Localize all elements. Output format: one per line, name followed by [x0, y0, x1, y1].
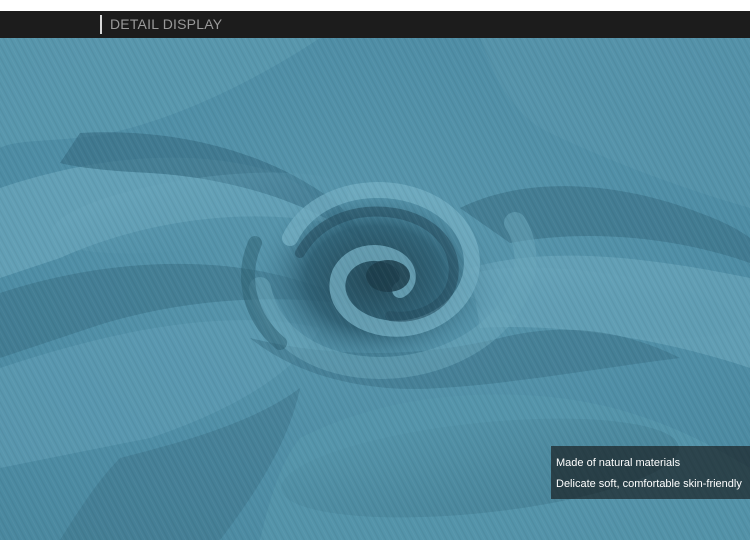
- header-divider: [100, 15, 102, 34]
- header-title: DETAIL DISPLAY: [110, 16, 223, 32]
- bottom-strip: [0, 540, 750, 547]
- caption-line-1: Made of natural materials: [556, 457, 681, 469]
- header-bar: DETAIL DISPLAY: [0, 11, 750, 38]
- caption-line-2: Delicate soft, comfortable skin-friendly: [556, 478, 742, 490]
- detail-display-banner: DETAIL DISPLAY Made of natural materials…: [0, 0, 750, 547]
- caption-box: Made of natural materials Delicate soft,…: [551, 446, 750, 499]
